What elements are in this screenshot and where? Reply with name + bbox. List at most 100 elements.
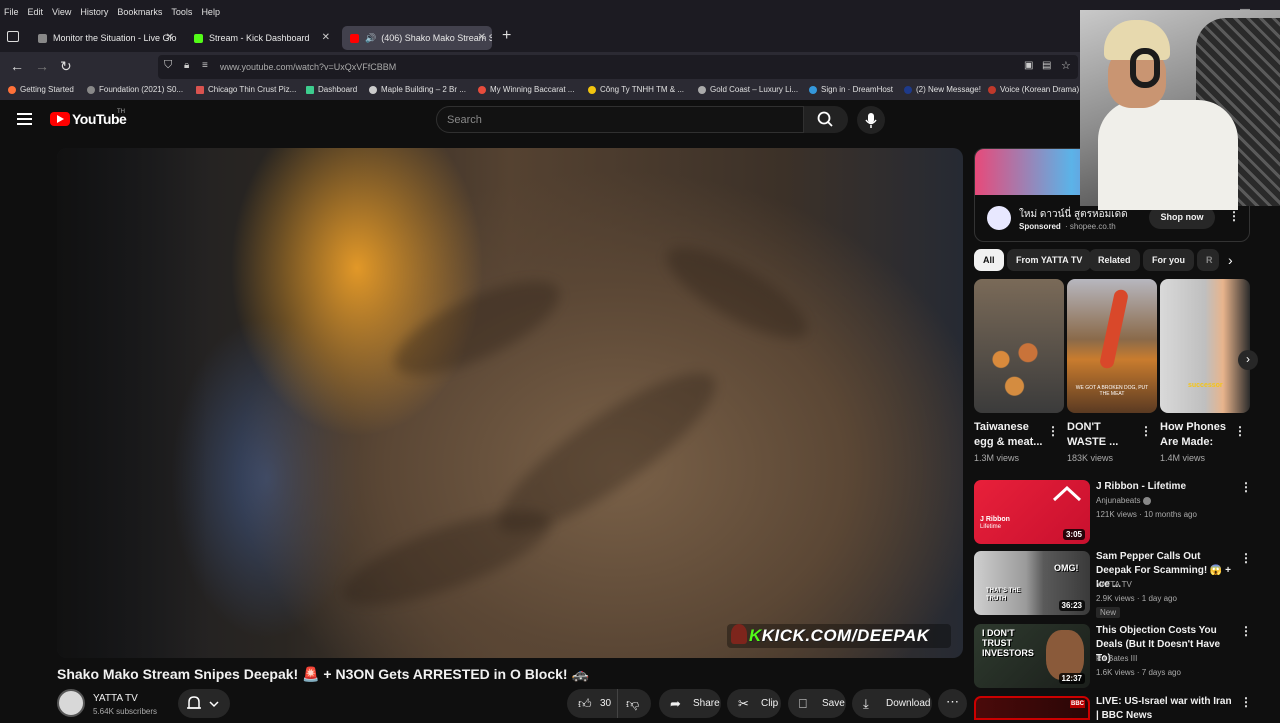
tab-list-icon[interactable] — [7, 31, 19, 42]
menu-bookmarks[interactable]: Bookmarks — [117, 7, 162, 17]
channel-name[interactable]: YATTA TV — [1096, 580, 1132, 589]
menu-edit[interactable]: Edit — [28, 7, 44, 17]
menu-help[interactable]: Help — [201, 7, 220, 17]
chip-from-channel[interactable]: From YATTA TV — [1007, 249, 1092, 271]
thumb-caption: Lifetime — [980, 524, 1002, 530]
chip-for-you[interactable]: For you — [1143, 249, 1194, 271]
video-thumbnail[interactable]: BBC — [974, 696, 1090, 720]
tab-kick-dashboard[interactable]: Stream - Kick Dashboard ✕ — [186, 26, 336, 50]
youtube-logo-icon[interactable] — [50, 112, 70, 126]
globe-icon — [38, 33, 47, 43]
bookmark-item[interactable]: Chicago Thin Crust Piz... — [196, 85, 296, 94]
channel-name[interactable]: RJ Bates III — [1096, 654, 1137, 663]
download-button[interactable]: ⤓ Download — [852, 689, 932, 718]
short-title[interactable]: How Phones Are Made: — [1160, 420, 1232, 450]
bookmark-item[interactable]: Maple Building – 2 Br ... — [369, 85, 466, 94]
headset-icon — [1130, 48, 1160, 88]
video-thumbnail[interactable]: J Ribbon Lifetime 3:05 — [974, 480, 1090, 544]
channel-name[interactable]: YATTA TV — [93, 693, 138, 704]
short-views: 1.3M views — [974, 453, 1020, 463]
video-meta: 1.6K views · 7 days ago — [1096, 668, 1181, 677]
tab-youtube-video[interactable]: 🔊 (406) Shako Mako Stream S ✕ — [342, 26, 492, 50]
more-actions-button[interactable]: ⋯ — [938, 689, 967, 718]
bookmark-favicon — [369, 85, 377, 94]
chip-related[interactable]: Related — [1089, 249, 1140, 271]
short-thumbnail[interactable]: WE GOT A BROKEN DOG, PUT THE MEAT — [1067, 279, 1157, 413]
channel-name[interactable]: Anjunabeats — [1096, 496, 1151, 505]
chip-all[interactable]: All — [974, 249, 1004, 271]
more-vertical-icon[interactable]: ⋮ — [1140, 424, 1152, 438]
bookmark-item[interactable]: Getting Started — [8, 85, 74, 94]
dislike-button[interactable]: 👎︎ — [617, 689, 651, 718]
more-vertical-icon[interactable]: ⋮ — [1047, 424, 1059, 438]
advertiser-logo — [987, 206, 1011, 230]
video-title[interactable]: J Ribbon - Lifetime — [1096, 480, 1236, 494]
menu-view[interactable]: View — [52, 7, 71, 17]
video-thumbnail[interactable]: I DON'T TRUST INVESTORS 12:37 — [974, 624, 1090, 688]
permissions-icon[interactable]: ≡ — [202, 60, 208, 71]
bookmark-item[interactable]: Công Ty TNHH TM & ... — [588, 85, 684, 94]
video-title[interactable]: LIVE: US-Israel war with Iran | BBC News — [1096, 695, 1236, 723]
more-vertical-icon[interactable]: ⋮ — [1240, 551, 1252, 565]
short-thumbnail[interactable] — [974, 279, 1064, 413]
reader-view-icon[interactable]: ▤ — [1042, 60, 1051, 71]
bookmark-item[interactable]: Foundation (2021) S0... — [87, 85, 183, 94]
bookmark-item[interactable]: Gold Coast – Luxury Li... — [698, 85, 798, 94]
shield-icon[interactable]: ⛉ — [164, 59, 172, 72]
short-title[interactable]: DON'T WASTE ... — [1067, 420, 1139, 450]
close-tab-icon[interactable]: ✕ — [478, 32, 486, 43]
voice-search-button[interactable] — [857, 106, 885, 134]
more-vertical-icon[interactable]: ⋮ — [1240, 624, 1252, 638]
bookmark-item[interactable]: Voice (Korean Drama) ... — [988, 85, 1088, 94]
share-button[interactable]: ➦ Share — [659, 689, 721, 718]
save-button[interactable]: ⎕ Save — [788, 689, 846, 718]
bookmark-item[interactable]: My Winning Baccarat ... — [478, 85, 574, 94]
menu-file[interactable]: File — [4, 7, 19, 17]
bookmark-star-icon[interactable]: ☆ — [1061, 59, 1071, 72]
short-title[interactable]: Taiwanese egg & meat... — [974, 420, 1046, 450]
video-player[interactable] — [57, 148, 963, 658]
bookmark-item[interactable]: Dashboard — [306, 85, 357, 94]
short-caption: successor — [1188, 382, 1223, 389]
speaker-icon[interactable]: 🔊 — [365, 33, 376, 44]
more-vertical-icon[interactable]: ⋮ — [1228, 209, 1240, 223]
lock-icon[interactable]: 🔒︎ — [184, 60, 189, 71]
bookmark-favicon — [698, 85, 706, 94]
more-vertical-icon[interactable]: ⋮ — [1240, 480, 1252, 494]
menu-tools[interactable]: Tools — [171, 7, 192, 17]
kick-icon — [194, 33, 203, 43]
notification-bell-button[interactable] — [178, 689, 230, 718]
menu-icon[interactable] — [17, 113, 32, 125]
search-button[interactable] — [804, 106, 848, 133]
menu-history[interactable]: History — [80, 7, 108, 17]
bookmark-item[interactable]: Sign in · DreamHost — [809, 85, 893, 94]
thumb-caption: J Ribbon — [980, 516, 1010, 523]
back-icon[interactable]: ← — [10, 58, 24, 74]
sponsored-label: Sponsored — [1019, 222, 1061, 231]
bookmark-item[interactable]: (2) New Message! — [904, 85, 981, 94]
country-code: TH — [117, 109, 125, 115]
chip-more[interactable]: R — [1197, 249, 1219, 271]
more-vertical-icon[interactable]: ⋮ — [1234, 424, 1246, 438]
youtube-icon — [350, 33, 359, 43]
short-views: 183K views — [1067, 453, 1114, 463]
video-thumbnail[interactable]: OMG! THAT'S THE TRUTH 36:23 — [974, 551, 1090, 615]
close-tab-icon[interactable]: ✕ — [166, 32, 174, 43]
forward-icon[interactable]: → — [35, 58, 49, 74]
more-vertical-icon[interactable]: ⋮ — [1240, 695, 1252, 709]
translate-icon[interactable]: ▣ — [1024, 60, 1033, 71]
new-tab-button[interactable]: + — [502, 27, 511, 45]
short-thumbnail[interactable]: successor — [1160, 279, 1250, 413]
reload-icon[interactable]: ↻ — [60, 58, 72, 75]
firefox-icon — [8, 85, 16, 94]
close-tab-icon[interactable]: ✕ — [322, 32, 330, 43]
clip-button[interactable]: ✂ Clip — [727, 689, 781, 718]
new-badge: New — [1096, 607, 1121, 618]
shorts-next-button[interactable]: › — [1238, 350, 1258, 370]
tab-monitor-situation[interactable]: Monitor the Situation - Live Glo ✕ — [30, 26, 180, 50]
channel-avatar[interactable] — [57, 689, 85, 717]
search-input[interactable]: Search — [436, 106, 804, 133]
chevron-right-icon[interactable]: › — [1228, 252, 1233, 268]
like-button[interactable]: 👍︎ 30 — [567, 689, 617, 718]
url-bar[interactable]: ⛉ 🔒︎ ≡ www.youtube.com/watch?v=UxQxVFfCB… — [158, 55, 1078, 79]
